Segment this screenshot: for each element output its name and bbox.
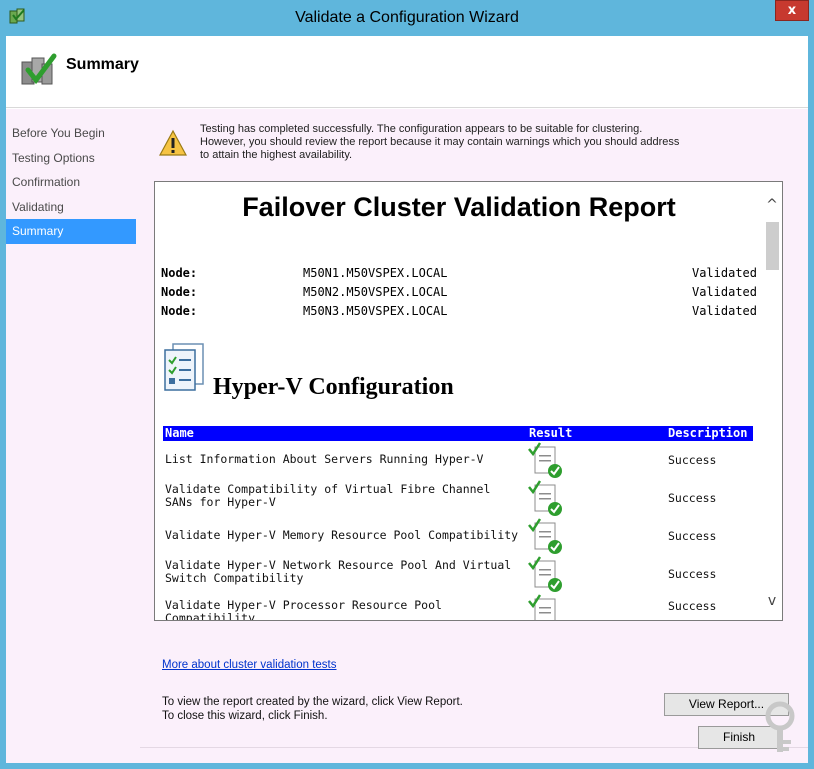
- node-name: M50N2.M50VSPEX.LOCAL: [303, 285, 448, 299]
- test-result-description: Success: [668, 599, 717, 613]
- node-label: Node:: [161, 285, 198, 299]
- column-header-result: Result: [529, 426, 573, 440]
- node-name: M50N1.M50VSPEX.LOCAL: [303, 266, 448, 280]
- window-title: Validate a Configuration Wizard: [295, 9, 519, 26]
- report-scrollbar[interactable]: ^ v: [762, 182, 782, 620]
- table-row: Validate Hyper-V Processor Resource Pool…: [163, 593, 753, 620]
- key-watermark-icon: [765, 701, 795, 752]
- wizard-client-area: Summary Before You Begin Testing Options…: [6, 36, 808, 763]
- column-header-description: Description: [668, 426, 748, 440]
- test-name: List Information About Servers Running H…: [165, 452, 484, 466]
- checklist-document-icon: [164, 343, 204, 391]
- wizard-window: Validate a Configuration Wizard x Summar…: [0, 0, 814, 769]
- scroll-thumb[interactable]: [766, 222, 779, 270]
- test-name: Validate Hyper-V Processor Resource Pool…: [165, 598, 442, 621]
- page-title: Summary: [66, 56, 139, 73]
- node-row: Node: M50N1.M50VSPEX.LOCAL Validated: [161, 266, 757, 285]
- node-status: Validated: [691, 304, 757, 318]
- cluster-validation-icon: [21, 53, 57, 85]
- node-list: Node: M50N1.M50VSPEX.LOCAL Validated Nod…: [161, 266, 757, 323]
- test-name: Validate Hyper-V Memory Resource Pool Co…: [165, 528, 519, 542]
- nav-item-testing-options[interactable]: Testing Options: [6, 146, 136, 171]
- success-check-icon: [528, 480, 562, 516]
- warning-line-1: Testing has completed successfully. The …: [200, 123, 643, 135]
- scroll-up-icon[interactable]: ^: [766, 198, 778, 212]
- test-result-description: Success: [668, 491, 717, 505]
- success-check-icon: [528, 442, 562, 478]
- warning-message: Testing has completed successfully. The …: [200, 123, 760, 162]
- column-header-name: Name: [165, 426, 194, 440]
- warning-line-2: However, you should review the report be…: [200, 136, 680, 148]
- warning-line-3: to attain the highest availability.: [200, 149, 353, 161]
- report-title: Failover Cluster Validation Report: [242, 192, 676, 222]
- node-row: Node: M50N2.M50VSPEX.LOCAL Validated: [161, 285, 757, 304]
- table-row: Validate Compatibility of Virtual Fibre …: [163, 479, 753, 517]
- table-row: List Information About Servers Running H…: [163, 441, 753, 479]
- test-result-description: Success: [668, 453, 717, 467]
- node-status: Validated: [691, 266, 757, 280]
- test-name: Validate Compatibility of Virtual Fibre …: [165, 482, 491, 509]
- nav-item-validating[interactable]: Validating: [6, 195, 136, 220]
- nav-item-summary[interactable]: Summary: [6, 219, 136, 244]
- success-check-icon: [528, 518, 562, 554]
- report-content: Failover Cluster Validation Report Node:…: [155, 182, 763, 620]
- success-check-icon: [528, 556, 562, 592]
- test-result-description: Success: [668, 529, 717, 543]
- success-check-icon: [528, 594, 556, 620]
- results-header-row: Name Result Description: [163, 426, 753, 441]
- close-button[interactable]: x: [775, 0, 809, 21]
- node-label: Node:: [161, 304, 198, 318]
- test-name: Validate Hyper-V Network Resource Pool A…: [165, 558, 512, 585]
- results-table: Name Result Description List Information…: [163, 426, 753, 620]
- more-info-link[interactable]: More about cluster validation tests: [162, 659, 337, 671]
- scroll-down-icon[interactable]: v: [766, 594, 778, 608]
- instruction-line-2: To close this wizard, click Finish.: [162, 710, 328, 722]
- wizard-nav: Before You Begin Testing Options Confirm…: [6, 109, 140, 763]
- node-name: M50N3.M50VSPEX.LOCAL: [303, 304, 448, 318]
- report-viewer[interactable]: Failover Cluster Validation Report Node:…: [154, 181, 783, 621]
- main-panel: Testing has completed successfully. The …: [140, 109, 808, 763]
- title-bar[interactable]: Validate a Configuration Wizard x: [0, 0, 814, 36]
- node-status: Validated: [691, 285, 757, 299]
- instructions: To view the report created by the wizard…: [162, 695, 463, 723]
- section-title: Hyper-V Configuration: [213, 374, 454, 400]
- warning-icon: [158, 129, 188, 156]
- node-label: Node:: [161, 266, 198, 280]
- nav-item-confirmation[interactable]: Confirmation: [6, 170, 136, 195]
- wizard-header: Summary: [6, 36, 808, 108]
- instruction-line-1: To view the report created by the wizard…: [162, 696, 463, 708]
- table-row: Validate Hyper-V Memory Resource Pool Co…: [163, 517, 753, 555]
- table-row: Validate Hyper-V Network Resource Pool A…: [163, 555, 753, 593]
- test-result-description: Success: [668, 567, 717, 581]
- nav-item-before-you-begin[interactable]: Before You Begin: [6, 121, 136, 146]
- node-row: Node: M50N3.M50VSPEX.LOCAL Validated: [161, 304, 757, 323]
